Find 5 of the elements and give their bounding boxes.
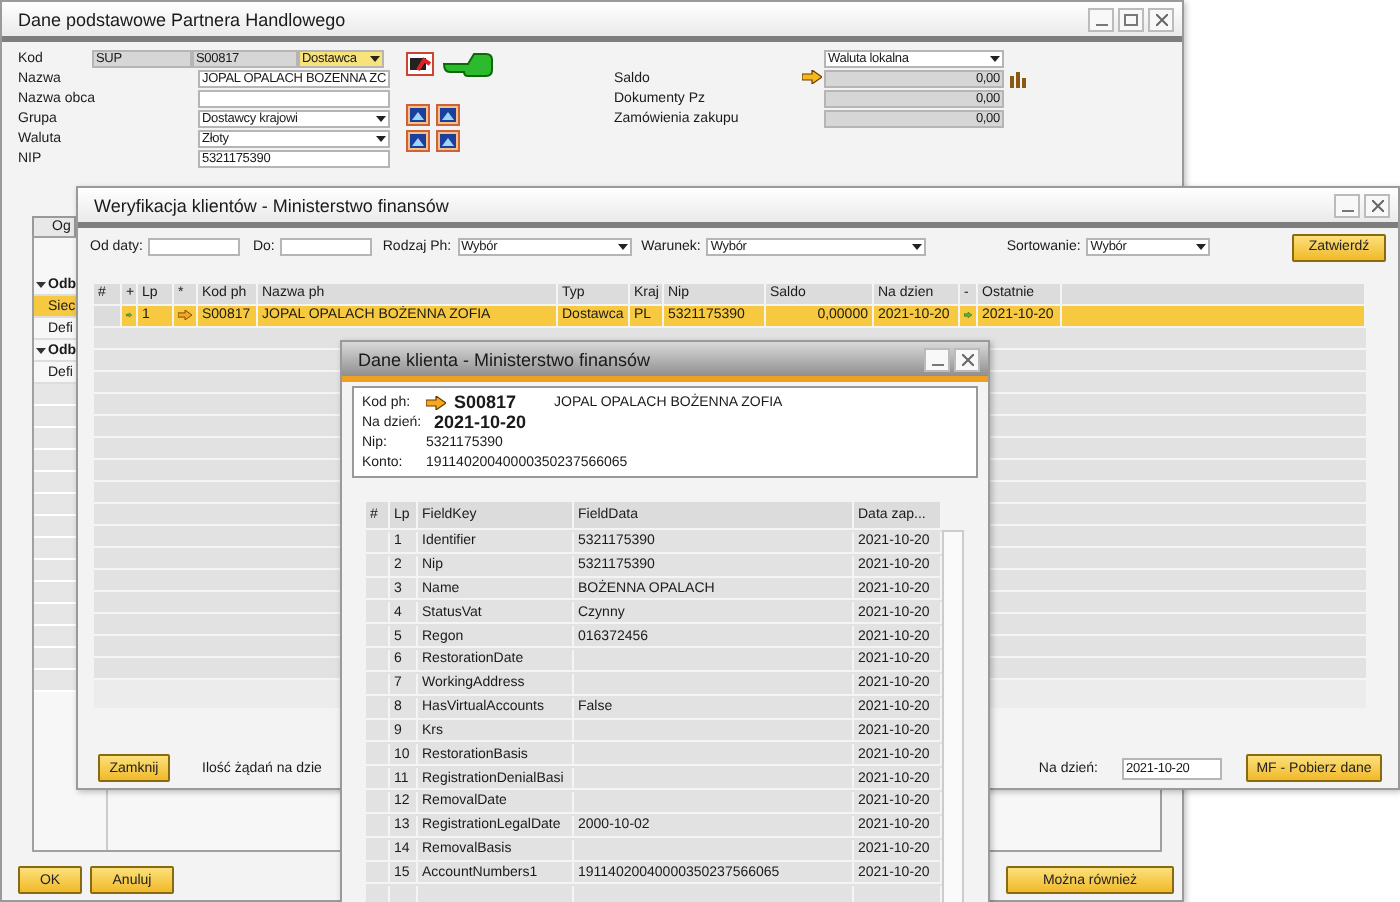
window-title: Weryfikacja klientów - Ministerstwo finansów xyxy=(94,195,449,215)
date-text: 2021-10-20 xyxy=(434,412,527,432)
code-text: S00817 xyxy=(454,392,519,412)
window-title: Dane podstawowe Partnera Handlowego xyxy=(18,9,346,29)
window-title: Dane klienta - Ministerstwo finansów xyxy=(358,349,651,369)
